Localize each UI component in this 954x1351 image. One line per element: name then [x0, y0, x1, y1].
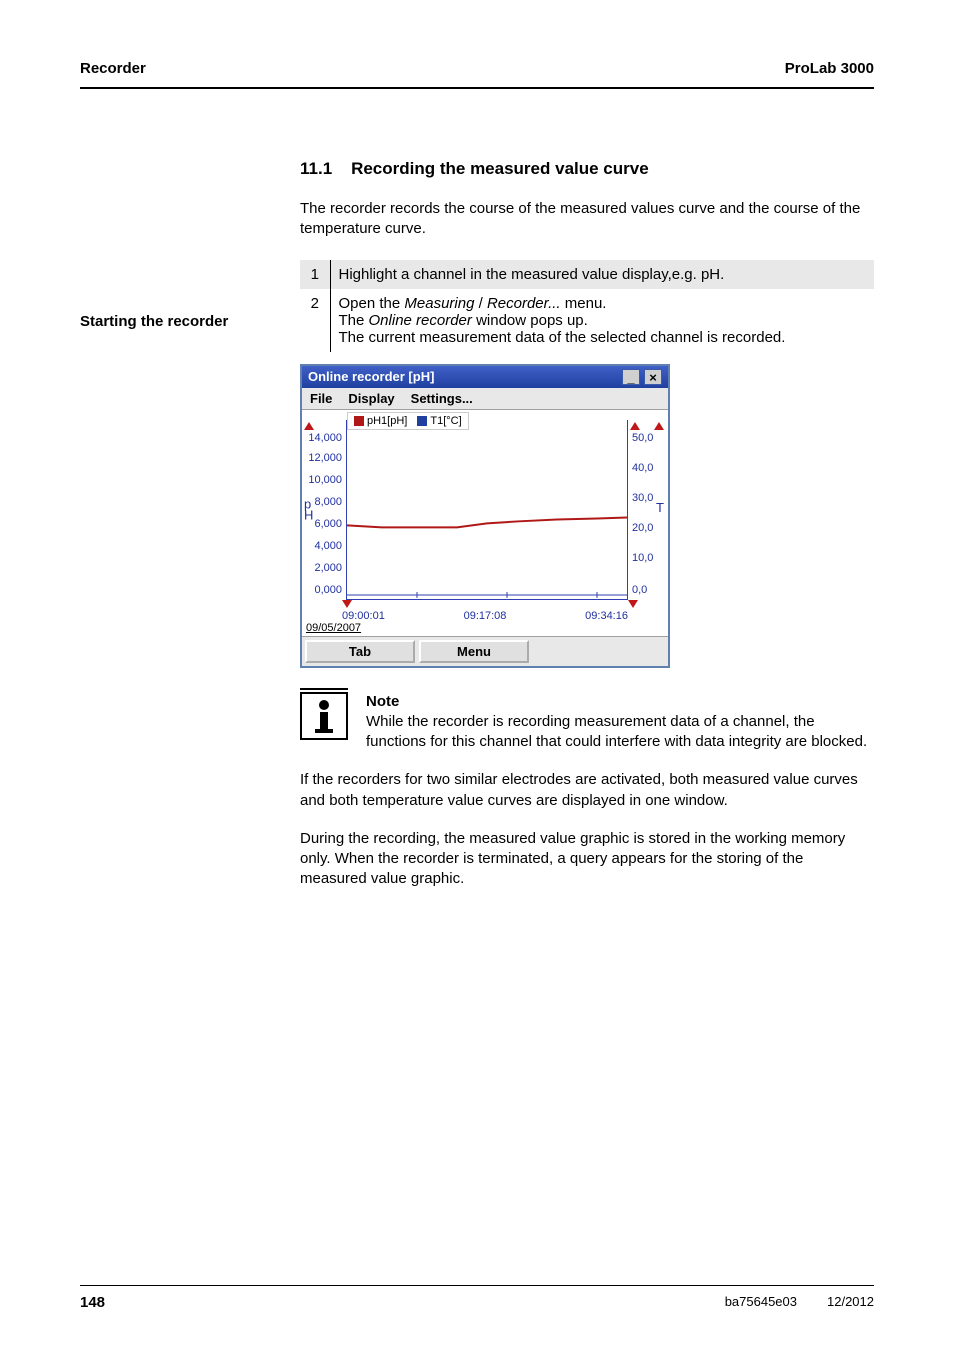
menu-display[interactable]: Display [340, 388, 402, 409]
online-recorder-window: Online recorder [pH] _ × File Display Se… [300, 364, 670, 668]
menu-file[interactable]: File [302, 388, 340, 409]
legend-label: pH1[pH] [367, 415, 407, 427]
legend-entry-t: T1[°C] [417, 415, 461, 427]
window-buttons: _ × [622, 369, 662, 385]
tick-label: 14,000 [308, 432, 342, 444]
footer-doc-id: ba75645e03 [725, 1294, 797, 1311]
step-text-italic: Online recorder [369, 312, 472, 329]
tick-label: 6,000 [314, 518, 342, 530]
note-text: Note While the recorder is recording mea… [366, 692, 874, 753]
window-menubar: File Display Settings... [302, 388, 668, 410]
minimize-button[interactable]: _ [622, 369, 640, 385]
section-heading: 11.1 Recording the measured value curve [300, 159, 874, 179]
tick-label: 0,000 [314, 584, 342, 596]
table-row: 1 Highlight a channel in the measured va… [300, 260, 874, 289]
section-intro: The recorder records the course of the m… [300, 199, 874, 240]
chart-area: pH 14,000 12,000 10,000 8,000 6,000 4,00… [302, 410, 668, 610]
note-block: Note While the recorder is recording mea… [300, 692, 874, 753]
tick-label: 20,0 [632, 522, 653, 534]
y-axis-right: T 50,0 40,0 30,0 20,0 10,0 0,0 [628, 410, 668, 610]
axis-label-ph: pH [304, 498, 313, 521]
side-label-starting-recorder: Starting the recorder [80, 313, 290, 330]
step-text-italic: Measuring [404, 295, 474, 312]
tick-label: 0,0 [632, 584, 647, 596]
step-number: 2 [300, 289, 330, 352]
page-header: Recorder ProLab 3000 [80, 60, 874, 89]
tick-label: 10,000 [308, 474, 342, 486]
step-number: 1 [300, 260, 330, 289]
info-icon [300, 692, 348, 740]
tab-button[interactable]: Tab [305, 640, 415, 663]
x-axis-labels: 09:00:01 09:17:08 09:34:16 [302, 610, 668, 622]
step-text: Highlight a channel in the measured valu… [330, 260, 874, 289]
tick-label: 10,0 [632, 552, 653, 564]
plot-area[interactable]: pH1[pH] T1[°C] [346, 420, 628, 600]
tick-label: 40,0 [632, 462, 653, 474]
page-footer: 148 ba75645e03 12/2012 [80, 1285, 874, 1311]
close-button[interactable]: × [644, 369, 662, 385]
step-text-fragment: / [474, 295, 487, 312]
table-row: 2 Open the Measuring / Recorder... menu.… [300, 289, 874, 352]
step-text-italic: Recorder... [487, 295, 561, 312]
footer-right: ba75645e03 12/2012 [725, 1294, 874, 1311]
triangle-up-icon [304, 422, 314, 430]
section-title: Recording the measured value curve [351, 159, 649, 178]
paragraph-two-electrodes: If the recorders for two similar electro… [300, 770, 874, 811]
chart-legend: pH1[pH] T1[°C] [347, 412, 469, 430]
tick-label: 4,000 [314, 540, 342, 552]
left-margin-column: Starting the recorder [80, 159, 300, 890]
triangle-down-icon [628, 600, 638, 608]
step-text-fragment: menu. [561, 295, 607, 312]
step-text-fragment: Open the [339, 295, 405, 312]
window-titlebar[interactable]: Online recorder [pH] _ × [302, 366, 668, 388]
tick-label: 2,000 [314, 562, 342, 574]
paragraph-storage: During the recording, the measured value… [300, 829, 874, 890]
y-axis-left: pH 14,000 12,000 10,000 8,000 6,000 4,00… [302, 410, 346, 610]
note-title: Note [366, 692, 874, 712]
step-text-fragment: The [339, 312, 369, 329]
steps-table: 1 Highlight a channel in the measured va… [300, 260, 874, 352]
chart-svg [347, 420, 627, 599]
triangle-up-icon [654, 422, 664, 430]
page: Recorder ProLab 3000 Starting the record… [0, 0, 954, 1351]
triangle-up-icon [630, 422, 640, 430]
triangle-down-icon [342, 600, 352, 608]
page-number: 148 [80, 1294, 105, 1311]
menu-button[interactable]: Menu [419, 640, 529, 663]
step-text: Open the Measuring / Recorder... menu. T… [330, 289, 874, 352]
x-tick-label: 09:00:01 [342, 610, 385, 622]
x-tick-label: 09:17:08 [464, 610, 507, 622]
header-left: Recorder [80, 60, 146, 77]
main-column: 11.1 Recording the measured value curve … [300, 159, 874, 890]
content-area: Starting the recorder 11.1 Recording the… [80, 159, 874, 890]
window-title: Online recorder [pH] [308, 369, 434, 384]
tick-label: 50,0 [632, 432, 653, 444]
axis-label-t: T [656, 500, 664, 515]
legend-swatch-blue [417, 416, 427, 426]
x-tick-label: 09:34:16 [585, 610, 628, 622]
section-number: 11.1 [300, 159, 332, 178]
legend-label: T1[°C] [430, 415, 461, 427]
tick-label: 8,000 [314, 496, 342, 508]
tick-label: 30,0 [632, 492, 653, 504]
step-text-fragment: window pops up. [472, 312, 588, 329]
header-right: ProLab 3000 [785, 60, 874, 77]
footer-date: 12/2012 [827, 1294, 874, 1311]
menu-settings[interactable]: Settings... [403, 388, 481, 409]
series-line-ph [347, 517, 627, 527]
step-text-fragment: The current measurement data of the sele… [339, 329, 786, 346]
legend-entry-ph: pH1[pH] [354, 415, 407, 427]
tick-label: 12,000 [308, 452, 342, 464]
note-body: While the recorder is recording measurem… [366, 712, 874, 753]
window-bottom-buttons: Tab Menu [302, 637, 668, 666]
chart-date: 09/05/2007 [302, 622, 668, 637]
legend-swatch-red [354, 416, 364, 426]
